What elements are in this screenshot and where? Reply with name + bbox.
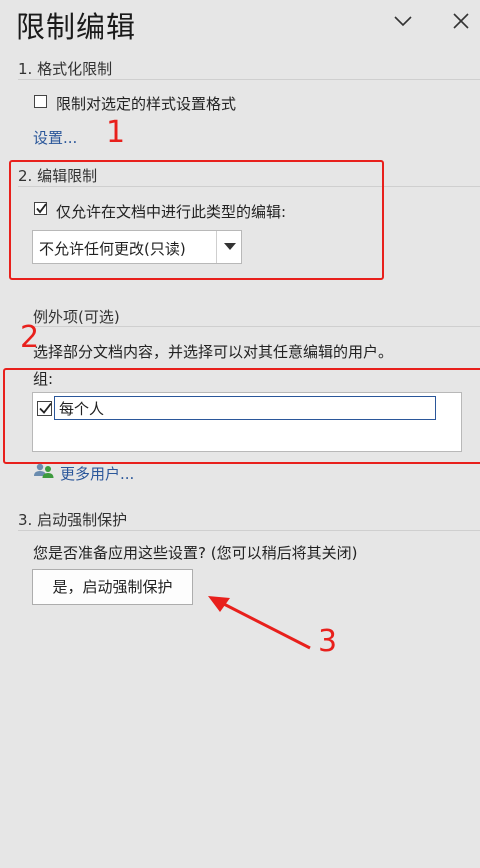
section-divider — [18, 530, 480, 531]
exceptions-title: 例外项(可选) — [33, 308, 120, 326]
chevron-down-icon[interactable] — [392, 10, 414, 32]
more-users-link[interactable]: 更多用户... — [60, 463, 134, 484]
close-icon[interactable] — [450, 10, 472, 32]
annotation-number-3: 3 — [318, 624, 338, 659]
annotation-highlight-box — [3, 368, 480, 464]
section-formatting-title: 1. 格式化限制 — [18, 60, 113, 78]
annotation-highlight-box — [9, 160, 384, 280]
annotation-arrow — [208, 596, 311, 650]
section-enforce-title: 3. 启动强制保护 — [18, 511, 128, 529]
users-icon — [33, 462, 55, 480]
section-divider — [33, 326, 480, 327]
pane-title: 限制编辑 — [16, 10, 137, 44]
format-restriction-label: 限制对选定的样式设置格式 — [56, 95, 237, 113]
enforce-question: 您是否准备应用这些设置? (您可以稍后将其关闭) — [33, 544, 358, 562]
start-enforcing-protection-button[interactable]: 是，启动强制保护 — [32, 569, 193, 605]
exceptions-description: 选择部分文档内容，并选择可以对其任意编辑的用户。 — [33, 343, 394, 361]
format-restriction-checkbox[interactable] — [34, 95, 47, 108]
settings-link[interactable]: 设置... — [33, 127, 77, 148]
annotation-number-2: 2 — [20, 320, 40, 355]
section-divider — [18, 79, 480, 80]
annotation-number-1: 1 — [106, 115, 126, 150]
